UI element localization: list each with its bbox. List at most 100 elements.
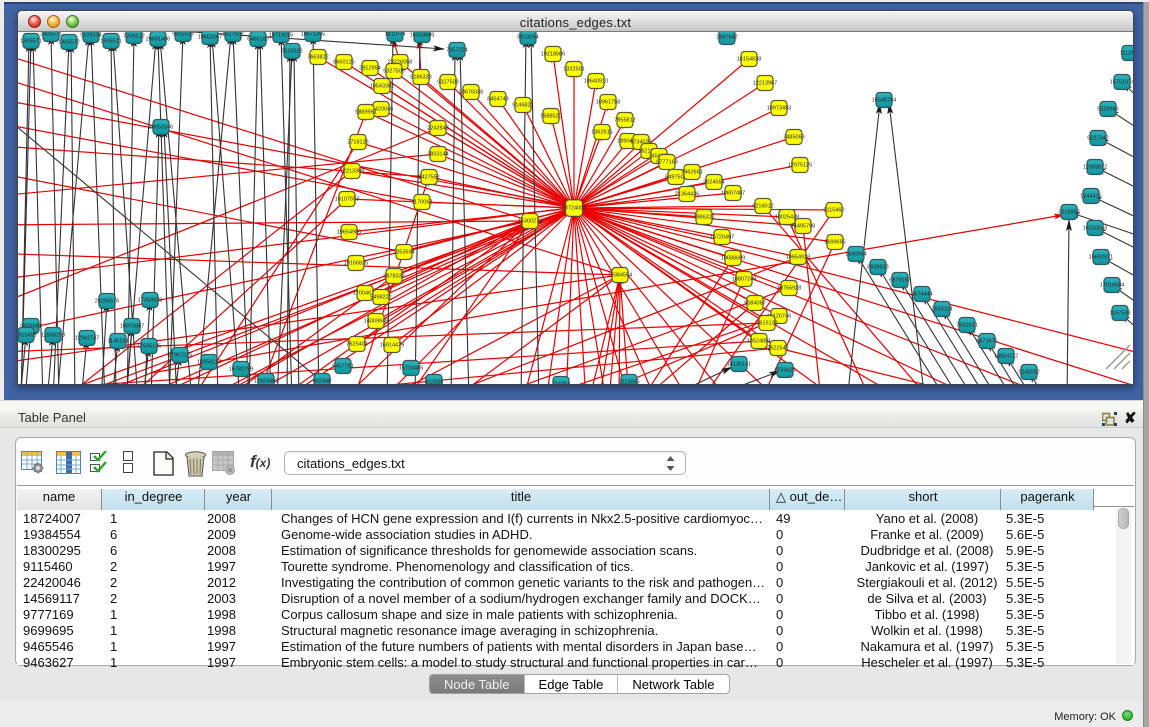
svg-text:19654923: 19654923: [786, 255, 810, 261]
svg-text:19218506: 19218506: [541, 52, 565, 58]
svg-text:18640910: 18640910: [584, 79, 608, 85]
svg-text:1332501: 1332501: [563, 67, 584, 73]
svg-text:3912954: 3912954: [359, 66, 380, 72]
svg-text:15300273: 15300273: [518, 219, 542, 225]
svg-text:9889961: 9889961: [355, 110, 376, 116]
svg-text:7663822: 7663822: [307, 55, 328, 61]
svg-text:20053346: 20053346: [149, 125, 173, 131]
svg-text:10543382: 10543382: [370, 84, 394, 90]
svg-text:7357224: 7357224: [446, 48, 467, 54]
svg-text:10654112: 10654112: [994, 354, 1018, 360]
svg-text:9327505: 9327505: [383, 69, 404, 75]
svg-text:16154838: 16154838: [737, 57, 761, 63]
svg-text:2687682: 2687682: [716, 35, 737, 41]
svg-text:9327508: 9327508: [437, 80, 458, 86]
svg-text:15720407: 15720407: [710, 235, 734, 241]
svg-text:2242848: 2242848: [427, 126, 448, 132]
svg-text:16914479: 16914479: [380, 343, 404, 349]
svg-text:12505135: 12505135: [137, 344, 161, 350]
svg-text:9915523: 9915523: [172, 32, 193, 38]
svg-text:7955812: 7955812: [614, 118, 635, 124]
svg-text:17359928: 17359928: [138, 298, 162, 304]
svg-text:12213369: 12213369: [340, 169, 364, 175]
svg-text:1167533: 1167533: [1109, 311, 1130, 317]
svg-text:1112845: 1112845: [1120, 51, 1133, 57]
svg-text:26206576: 26206576: [95, 299, 119, 305]
svg-text:2718126: 2718126: [347, 140, 368, 146]
svg-text:10975887: 10975887: [120, 324, 144, 330]
svg-text:3915498: 3915498: [18, 333, 37, 339]
svg-text:1615132: 1615132: [756, 321, 777, 327]
svg-text:9105534: 9105534: [80, 33, 101, 39]
svg-text:17016504: 17016504: [1100, 283, 1124, 289]
svg-text:21364436: 21364436: [675, 192, 699, 198]
svg-text:15692971: 15692971: [1089, 255, 1113, 261]
svg-text:9146821: 9146821: [512, 103, 533, 109]
svg-text:19654985: 19654985: [337, 230, 361, 236]
svg-text:8813054: 8813054: [517, 35, 538, 41]
svg-text:9329966: 9329966: [1097, 107, 1118, 113]
svg-text:1353594: 1353594: [393, 250, 414, 256]
svg-text:9213055: 9213055: [618, 380, 639, 384]
svg-text:10973493: 10973493: [767, 106, 791, 112]
svg-text:1527602: 1527602: [222, 32, 243, 38]
svg-text:18807249: 18807249: [732, 277, 756, 283]
svg-text:1605521: 1605521: [100, 39, 121, 45]
svg-text:15751074: 15751074: [1110, 80, 1133, 86]
svg-text:18724007: 18724007: [562, 206, 586, 212]
svg-text:6879197: 6879197: [889, 278, 910, 284]
svg-text:902348: 902348: [313, 379, 331, 384]
svg-text:1733426: 1733426: [774, 368, 795, 374]
svg-text:16107553: 16107553: [335, 197, 359, 203]
svg-text:7625402: 7625402: [346, 342, 367, 348]
svg-text:11568293: 11568293: [41, 333, 65, 339]
svg-text:9674444: 9674444: [911, 292, 932, 298]
svg-text:3024554: 3024554: [703, 180, 724, 186]
svg-text:16782759: 16782759: [229, 367, 253, 373]
svg-text:23676038: 23676038: [459, 90, 483, 96]
svg-text:3878332: 3878332: [383, 274, 404, 280]
svg-text:3215958: 3215958: [1058, 210, 1079, 216]
svg-text:12213967: 12213967: [753, 81, 777, 87]
svg-text:16548784: 16548784: [872, 98, 896, 104]
svg-text:9115460: 9115460: [823, 208, 844, 214]
svg-text:7515526: 7515526: [281, 49, 302, 55]
svg-text:14136141: 14136141: [727, 362, 751, 368]
svg-text:1811074: 1811074: [384, 32, 405, 38]
svg-text:12093872: 12093872: [1083, 165, 1107, 171]
svg-text:7986322: 7986322: [693, 215, 714, 221]
svg-text:16033809: 16033809: [410, 33, 434, 39]
svg-text:7462661: 7462661: [681, 170, 702, 176]
svg-text:15716485: 15716485: [399, 366, 423, 372]
svg-text:16210643: 16210643: [1083, 226, 1107, 232]
svg-text:7205512: 7205512: [123, 34, 144, 40]
svg-text:2933114: 2933114: [931, 307, 952, 313]
svg-text:10671355: 10671355: [301, 32, 325, 38]
svg-text:8471676: 8471676: [976, 339, 997, 345]
svg-text:8660125: 8660125: [333, 60, 354, 66]
svg-text:1145154: 1145154: [107, 339, 128, 345]
svg-text:10961758: 10961758: [596, 100, 620, 106]
svg-text:12975125: 12975125: [788, 163, 812, 169]
svg-text:14009948: 14009948: [364, 319, 388, 325]
svg-text:7632621: 7632621: [956, 323, 977, 329]
svg-text:9245052: 9245052: [1018, 370, 1039, 376]
svg-text:1305571: 1305571: [20, 39, 41, 45]
svg-text:9084067: 9084067: [744, 301, 765, 307]
svg-text:10688609: 10688609: [721, 256, 745, 262]
svg-text:10958117: 10958117: [197, 360, 221, 366]
svg-text:2522541: 2522541: [767, 346, 788, 352]
svg-text:13524851: 13524851: [747, 339, 771, 345]
svg-text:6466160: 6466160: [247, 37, 268, 43]
svg-text:8186328: 8186328: [410, 75, 431, 81]
svg-text:20691406: 20691406: [146, 37, 170, 43]
svg-text:8427552: 8427552: [418, 175, 439, 181]
svg-text:2405571: 2405571: [40, 32, 61, 38]
svg-text:14495798: 14495798: [791, 224, 815, 230]
svg-text:1244415: 1244415: [1080, 194, 1101, 200]
svg-text:10719155: 10719155: [269, 33, 293, 39]
svg-text:9457791: 9457791: [332, 364, 353, 370]
svg-text:812035: 812035: [425, 380, 443, 384]
svg-text:19166825: 19166825: [344, 261, 368, 267]
svg-text:19756928: 19756928: [777, 286, 801, 292]
